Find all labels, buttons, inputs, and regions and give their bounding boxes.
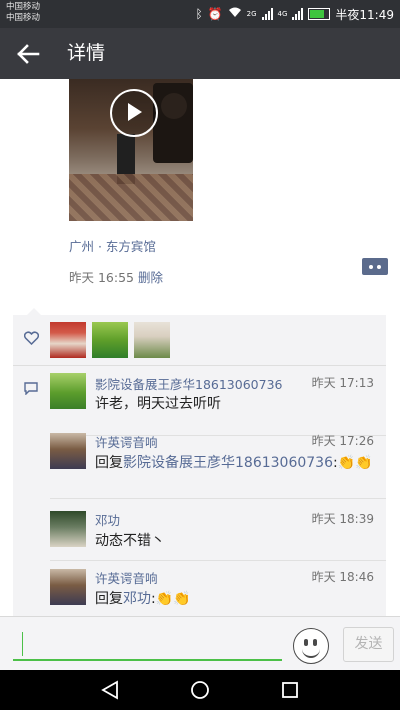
- network-1-label: 2G: [246, 10, 257, 18]
- more-actions-button[interactable]: [362, 258, 388, 275]
- carrier-info: 中国移动 中国移动: [6, 2, 40, 24]
- bluetooth-icon: ᛒ: [195, 7, 203, 21]
- likes-row: [13, 315, 386, 366]
- comment-time: 昨天 18:46: [311, 570, 374, 584]
- comment-time: 昨天 17:26: [311, 434, 374, 448]
- nav-recents-icon[interactable]: [281, 680, 299, 700]
- commenter-name[interactable]: 许英谔音响: [95, 432, 158, 451]
- back-arrow-icon: [17, 44, 40, 64]
- liker-avatar[interactable]: [134, 322, 170, 358]
- delete-link[interactable]: 删除: [138, 267, 163, 286]
- emoji-mouth-icon: [302, 647, 320, 658]
- dot-icon: [377, 265, 381, 269]
- moment-detail[interactable]: 广州 · 东方宾馆 昨天 16:55 删除 影院设备展王彦华1861306073…: [0, 79, 400, 616]
- reply-prefix: 回复: [95, 591, 123, 607]
- comment-item[interactable]: 邓功 昨天 18:39 动态不错丶: [13, 507, 386, 557]
- reply-prefix: 回复: [95, 455, 123, 471]
- commenter-avatar[interactable]: [50, 433, 86, 469]
- commenter-name[interactable]: 邓功: [95, 510, 120, 529]
- wifi-icon: [228, 7, 242, 21]
- app-bar: 详情: [0, 28, 400, 79]
- comment-time: 昨天 17:13: [311, 376, 374, 390]
- comment-divider: [50, 560, 386, 561]
- comment-time: 昨天 18:39: [311, 512, 374, 526]
- commenter-avatar[interactable]: [50, 511, 86, 547]
- back-button[interactable]: [14, 40, 42, 68]
- send-button[interactable]: 发送: [343, 627, 394, 662]
- emoji-eye-icon: [313, 639, 317, 646]
- comment-divider: [50, 498, 386, 499]
- commenter-name[interactable]: 许英谔音响: [95, 568, 158, 587]
- system-nav-bar: [0, 670, 400, 710]
- heart-icon: [24, 331, 39, 345]
- speaker-cone-shape: [161, 93, 187, 119]
- commenter-avatar[interactable]: [50, 569, 86, 605]
- play-button[interactable]: [110, 89, 158, 137]
- reply-target[interactable]: 邓功: [123, 591, 151, 607]
- reply-target[interactable]: 影院设备展王彦华18613060736: [123, 455, 333, 471]
- clock: 半夜11:49: [335, 7, 394, 22]
- location-link[interactable]: 广州 · 东方宾馆: [69, 236, 156, 255]
- comment-input-bar: 发送: [0, 616, 400, 671]
- emoji-eye-icon: [304, 639, 308, 646]
- text-cursor: [22, 632, 23, 656]
- network-2-label: 4G: [277, 10, 288, 18]
- dot-icon: [369, 265, 373, 269]
- comment-text: 许老，明天过去听听: [95, 396, 221, 412]
- commenter-avatar[interactable]: [50, 373, 86, 409]
- battery-icon: [308, 8, 331, 20]
- comment-input[interactable]: [13, 659, 282, 661]
- signal-2-icon: [292, 8, 304, 20]
- comment-text: 回复邓功:👏👏: [95, 588, 191, 610]
- nav-back-icon[interactable]: [101, 680, 119, 700]
- comment-item[interactable]: 影院设备展王彦华18613060736 昨天 17:13 许老，明天过去听听: [13, 373, 386, 433]
- play-icon: [128, 103, 142, 121]
- liker-avatar[interactable]: [92, 322, 128, 358]
- reply-body: :👏👏: [151, 591, 191, 607]
- emoji-button[interactable]: [293, 628, 329, 664]
- nav-home-icon[interactable]: [190, 680, 210, 700]
- carrier-2: 中国移动: [6, 13, 41, 23]
- post-time: 昨天 16:55: [69, 270, 134, 285]
- page-title: 详情: [67, 42, 106, 64]
- comment-item[interactable]: 许英谔音响 昨天 17:26 回复影院设备展王彦华18613060736:👏👏: [13, 429, 386, 495]
- comment-text: 动态不错丶: [95, 533, 165, 549]
- alarm-icon: ⏰: [207, 7, 223, 21]
- carrier-1: 中国移动: [6, 2, 41, 12]
- reply-body: :👏👏: [332, 455, 373, 471]
- signal-1-icon: [261, 8, 273, 20]
- status-icons: ᛒ ⏰ 2G 4G 半夜11:49: [195, 5, 394, 23]
- comment-item[interactable]: 许英谔音响 昨天 18:46 回复邓功:👏👏: [13, 565, 386, 615]
- status-bar: 中国移动 中国移动 ᛒ ⏰ 2G 4G 半夜11:49: [0, 0, 400, 28]
- carpet-shape: [69, 174, 193, 221]
- liker-avatar[interactable]: [50, 322, 86, 358]
- video-thumbnail[interactable]: [69, 79, 193, 221]
- commenter-name[interactable]: 影院设备展王彦华18613060736: [95, 374, 282, 393]
- panel-notch: [27, 308, 41, 315]
- comment-text: 回复影院设备展王彦华18613060736:👏👏: [95, 452, 375, 474]
